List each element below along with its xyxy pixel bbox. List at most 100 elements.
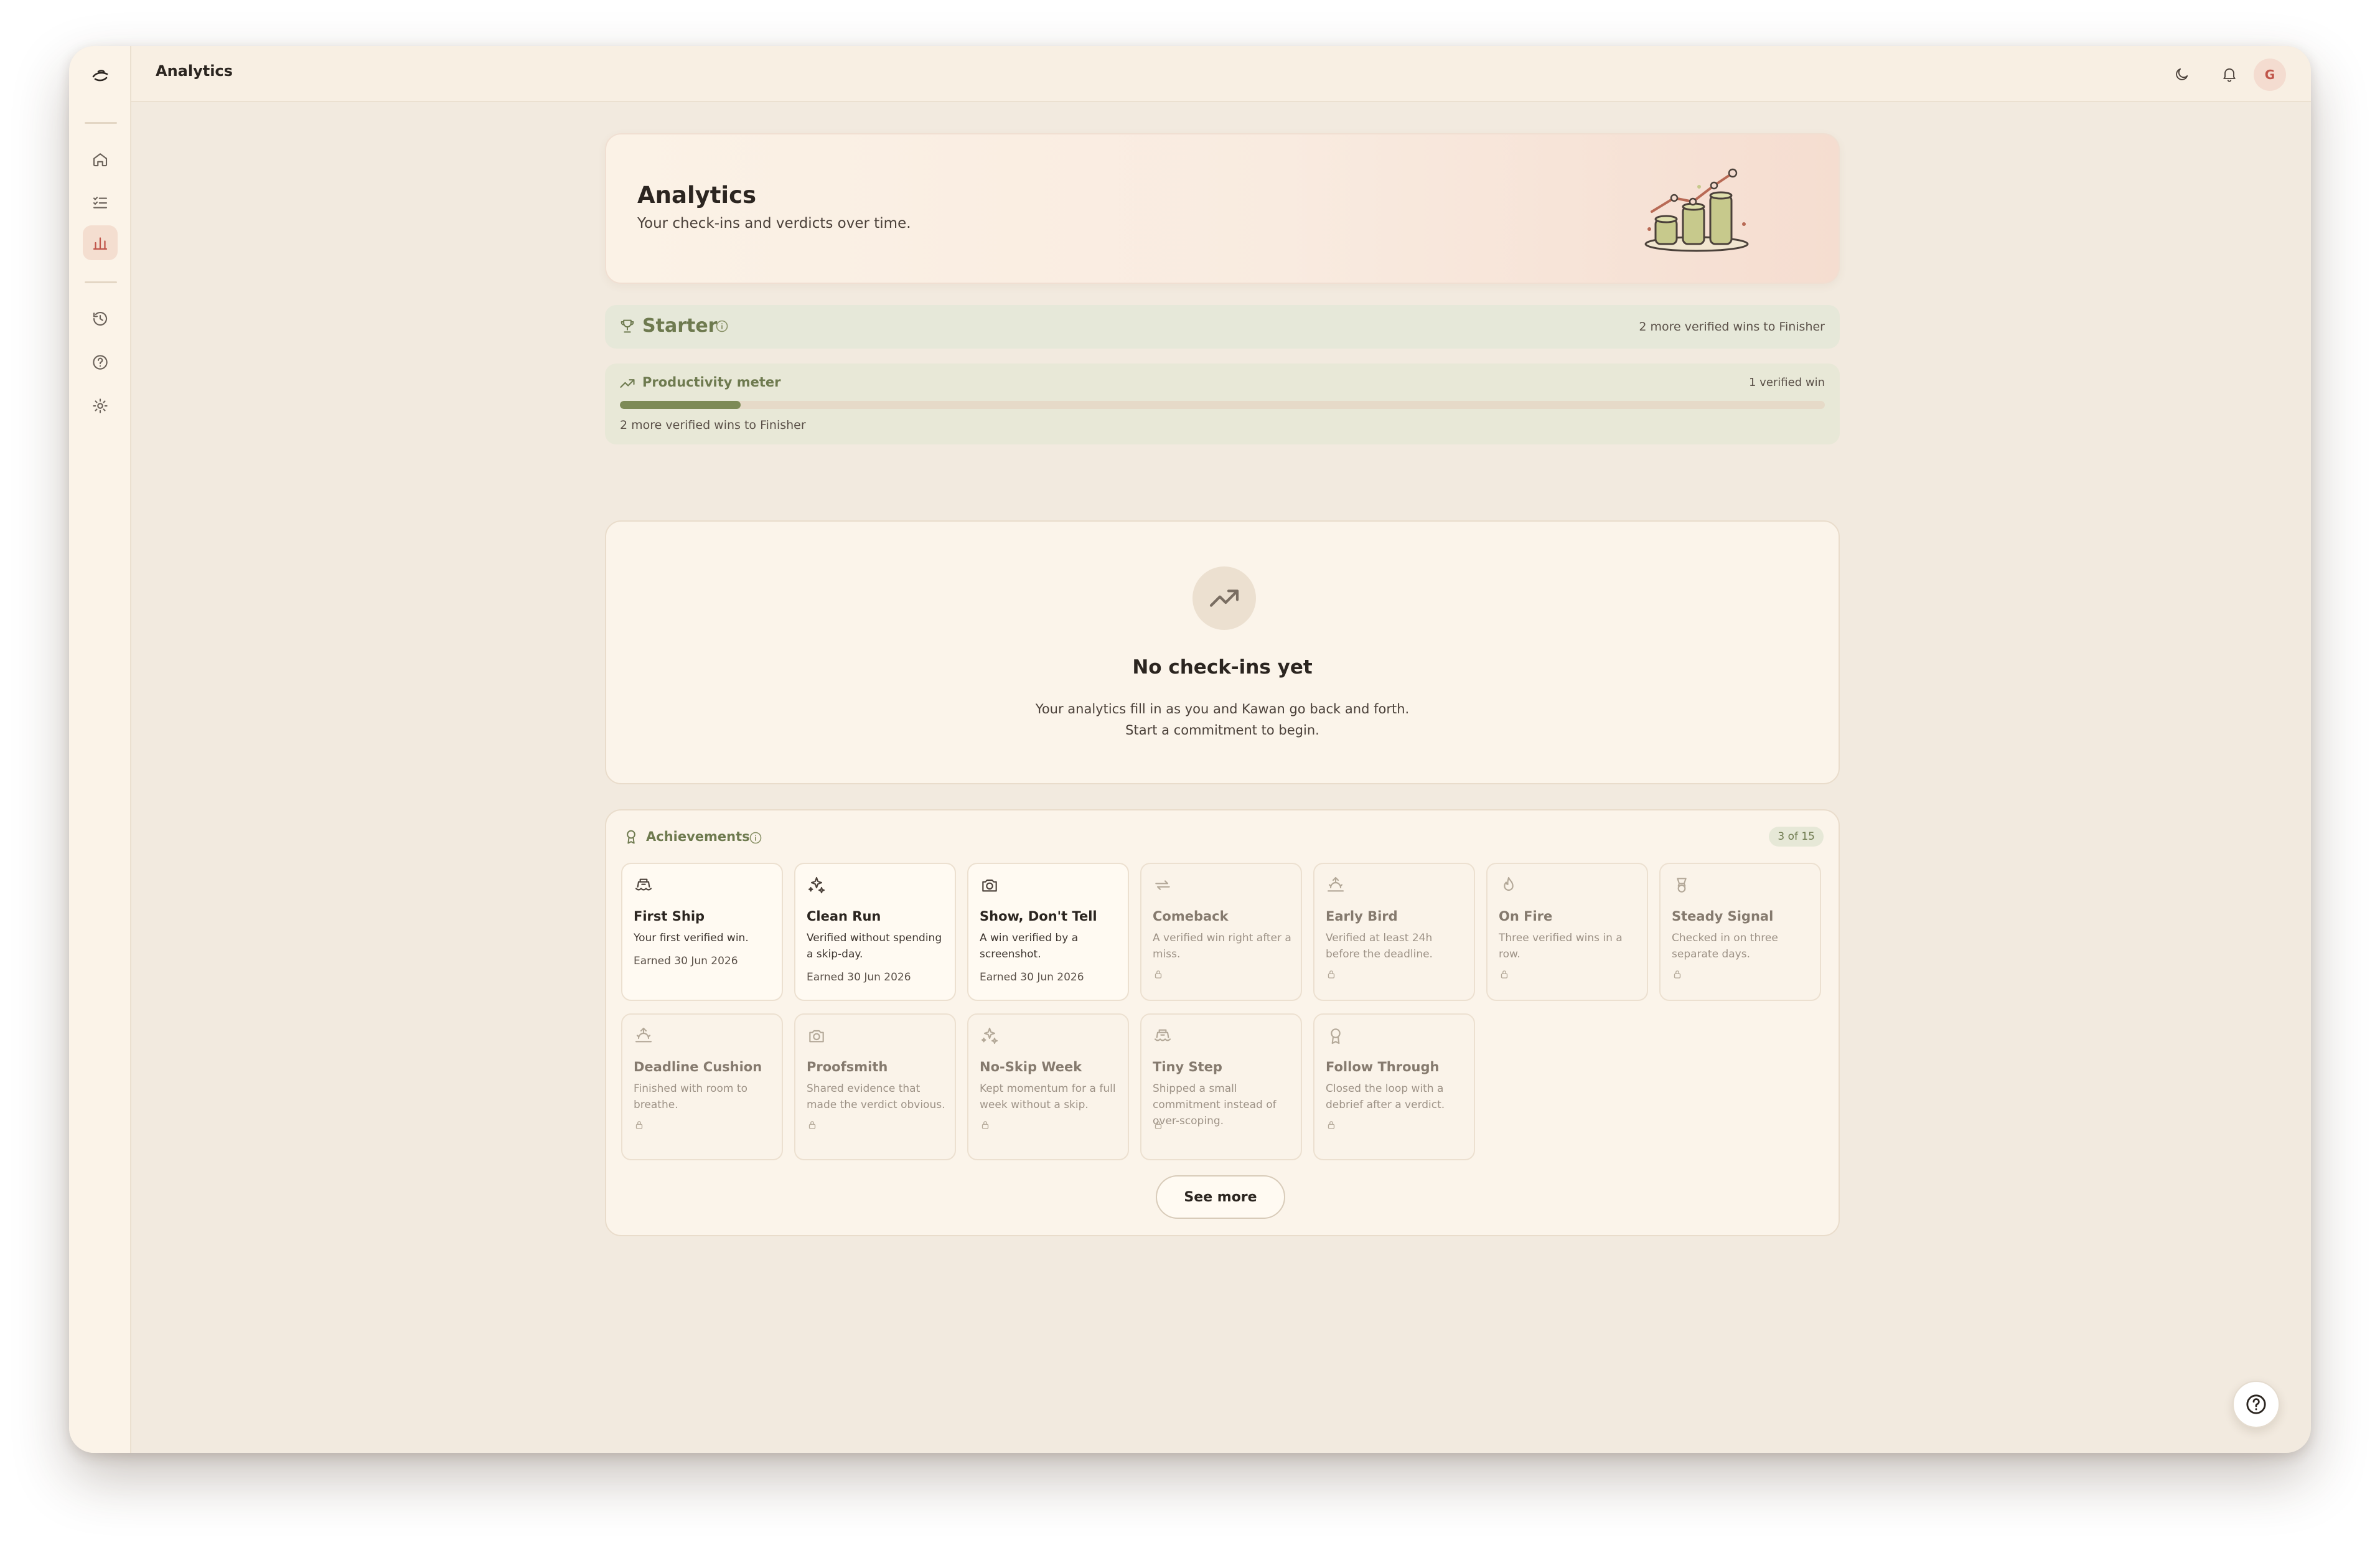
achievement-card[interactable]: Early Bird Verified at least 24h before t… [1313,863,1475,1001]
notifications-button[interactable] [2215,60,2244,88]
achievement-name: Comeback [1153,909,1229,924]
info-icon[interactable] [714,319,729,334]
achievement-name: First Ship [634,909,705,924]
achievement-card[interactable]: First Ship Your first verified win. Earned… [621,863,783,1001]
empty-state-badge [1192,566,1256,630]
sunrise-icon [635,1027,652,1043]
achievement-name: Proofsmith [807,1059,888,1074]
info-icon[interactable] [748,830,763,845]
achievements-title: Achievements [646,829,750,844]
app-logo-icon[interactable] [87,62,114,90]
sidebar-divider [85,281,117,283]
sidebar-item-history[interactable] [83,301,118,336]
achievement-earned-date: Earned 30 Jun 2026 [980,971,1084,984]
productivity-meter: Productivity meter 1 verified win 2 more… [605,364,1840,444]
tier-next-note: 2 more verified wins to Finisher [1639,320,1825,334]
achievement-card[interactable]: Deadline Cushion Finished with room to br… [621,1013,783,1160]
achievement-description: A verified win right after a miss. [1153,932,1291,960]
achievement-name: Follow Through [1326,1059,1440,1074]
meter-label: Productivity meter [642,375,781,390]
achievement-name: Deadline Cushion [634,1059,762,1074]
achievements-count-badge: 3 of 15 [1769,827,1824,847]
lock-icon [1153,969,1164,980]
empty-state-line: Your analytics fill in as you and Kawan … [1035,702,1410,716]
achievement-name: Show, Don't Tell [980,909,1097,924]
camera-icon [809,1030,824,1043]
help-circle-icon [2246,1394,2266,1414]
achievement-card[interactable]: Steady Signal Checked in on three separat… [1659,863,1821,1001]
repeat-icon [1155,880,1170,890]
achievement-earned-date: Earned 30 Jun 2026 [807,971,911,984]
camera-icon [982,879,997,892]
achievement-card[interactable]: Tiny Step Shipped a small commitment inst… [1140,1013,1302,1160]
empty-state-text: Your analytics fill in as you and Kawan … [606,698,1839,741]
achievement-name: Steady Signal [1672,909,1774,924]
list-check-icon [93,197,108,209]
badge-icon [1677,878,1687,893]
hero-title: Analytics [637,182,757,209]
tier-banner: Starter 2 more verified wins to Finisher [605,305,1840,349]
trophy-icon [621,319,634,333]
empty-state-line: Start a commitment to begin. [1125,723,1319,738]
top-header: Analytics G [131,46,2311,102]
sidebar-item-commitments[interactable] [83,185,118,220]
analytics-hero-card: Analytics Your check-ins and verdicts ov… [605,133,1840,284]
user-avatar[interactable]: G [2254,59,2286,91]
award-icon [1331,1028,1341,1045]
lock-icon [1326,969,1337,980]
achievement-description: Kept momentum for a full week without a … [980,1082,1116,1111]
achievement-description: Verified without spending a skip-day. [807,932,942,960]
sparkles-icon [808,876,825,894]
achievement-description: Finished with room to breathe. [634,1082,747,1111]
sidebar-item-settings[interactable] [83,388,118,423]
ship-icon [635,878,652,891]
sunrise-icon [1327,876,1344,892]
achievement-card[interactable]: Show, Don't Tell A win verified by a scre… [967,863,1129,1001]
trending-up-icon [620,379,635,388]
sidebar-item-home[interactable] [83,142,118,177]
help-button[interactable] [2232,1381,2280,1428]
achievements-panel: Achievements 3 of 15 First Ship Your firs… [605,809,1840,1236]
achievement-card[interactable]: On Fire Three verified wins in a row. [1486,863,1648,1001]
empty-state-card: No check-ins yet Your analytics fill in … [605,520,1840,784]
tier-name: Starter [642,315,718,337]
achievement-description: A win verified by a screenshot. [980,932,1079,960]
lock-icon [1153,1119,1164,1130]
sidebar-divider [85,122,117,124]
achievement-name: Early Bird [1326,909,1398,924]
achievement-earned-date: Earned 30 Jun 2026 [634,955,738,967]
lock-icon [980,1119,991,1130]
achievement-description: Three verified wins in a row. [1499,932,1623,960]
meter-note: 2 more verified wins to Finisher [620,418,806,432]
achievement-description: Shipped a small commitment instead of ov… [1153,1082,1277,1127]
moon-icon [2176,68,2188,80]
meter-track [620,401,1825,409]
lock-icon [634,1119,645,1130]
achievement-name: Tiny Step [1153,1059,1222,1074]
flame-icon [1504,876,1514,891]
lock-icon [1672,969,1683,980]
achievement-card[interactable]: Comeback A verified win right after a mis… [1140,863,1302,1001]
see-more-button[interactable]: See more [1156,1175,1285,1219]
achievement-description: Verified at least 24h before the deadlin… [1326,932,1433,960]
theme-toggle-button[interactable] [2168,60,2196,88]
app-window: Analytics G Analytics Your check-ins and… [69,46,2311,1453]
achievement-card[interactable]: Clean Run Verified without spending a ski… [794,863,956,1001]
sparkles-icon [981,1027,998,1045]
achievement-card[interactable]: Follow Through Closed the loop with a deb… [1313,1013,1475,1160]
sidebar-item-help[interactable] [83,345,118,380]
achievement-card[interactable]: Proofsmith Shared evidence that made the … [794,1013,956,1160]
page-title: Analytics [156,62,233,80]
lock-icon [1326,1119,1337,1130]
achievement-card[interactable]: No-Skip Week Kept momentum for a full wee… [967,1013,1129,1160]
bar-chart-icon [93,237,108,250]
gear-icon [93,398,108,413]
sidebar-item-analytics[interactable] [83,225,118,260]
achievement-name: No-Skip Week [980,1059,1082,1074]
lock-icon [807,1119,818,1130]
achievement-name: On Fire [1499,909,1553,924]
hero-subtitle: Your check-ins and verdicts over time. [637,215,911,232]
meter-count: 1 verified win [1749,376,1825,389]
empty-state-title: No check-ins yet [1132,656,1313,679]
achievement-description: Checked in on three separate days. [1672,932,1778,960]
